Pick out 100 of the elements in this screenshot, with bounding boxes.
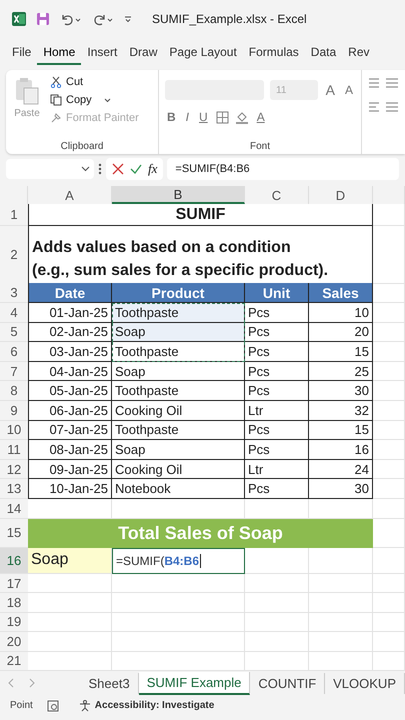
empty-cell[interactable] — [373, 322, 405, 342]
macro-recording-icon[interactable] — [46, 700, 59, 712]
fill-color-icon[interactable] — [234, 110, 249, 124]
row-header[interactable]: 3 — [0, 283, 28, 303]
menu-tab[interactable]: Page Layout — [163, 41, 243, 65]
empty-cell[interactable] — [112, 632, 245, 652]
empty-cell[interactable] — [373, 548, 405, 574]
menu-tab[interactable]: Home — [37, 41, 82, 65]
row-header[interactable]: 14 — [0, 498, 28, 519]
cut-button[interactable]: Cut — [48, 74, 141, 90]
empty-cell[interactable] — [373, 612, 405, 632]
italic-button[interactable]: I — [184, 108, 192, 126]
criteria-cell: Soap — [28, 548, 112, 574]
empty-cell[interactable] — [112, 593, 245, 613]
excel-logo-icon — [12, 12, 26, 26]
name-box[interactable] — [6, 159, 94, 179]
empty-cell[interactable] — [373, 400, 405, 421]
enter-icon[interactable] — [130, 163, 142, 175]
row-header[interactable]: 1 — [0, 204, 28, 226]
formula-field[interactable]: =SUMIF(B4:B6 — [167, 158, 399, 180]
row-header[interactable]: 10 — [0, 420, 28, 440]
status-mode: Point — [10, 700, 33, 712]
empty-cell[interactable] — [373, 440, 405, 460]
menu-tab[interactable]: Draw — [123, 41, 164, 65]
row-header[interactable]: 16 — [0, 548, 28, 574]
active-cell[interactable]: =SUMIF(B4:B6 — [112, 548, 245, 574]
empty-cell[interactable] — [373, 479, 405, 499]
empty-cell[interactable] — [373, 593, 405, 613]
borders-icon[interactable] — [216, 110, 229, 124]
empty-cell[interactable] — [309, 548, 373, 574]
empty-cell[interactable] — [245, 632, 309, 652]
empty-cell[interactable] — [373, 574, 405, 594]
row-header[interactable]: 6 — [0, 342, 28, 362]
cancel-icon[interactable] — [112, 163, 124, 175]
empty-cell[interactable] — [245, 574, 309, 594]
row-header[interactable]: 7 — [0, 362, 28, 382]
table-cell: 03-Jan-25 — [28, 342, 112, 362]
accessibility-button[interactable]: Accessibility: Investigate — [72, 698, 220, 713]
empty-cell[interactable] — [112, 574, 245, 594]
empty-cell[interactable] — [373, 420, 405, 440]
empty-cell[interactable] — [373, 381, 405, 401]
empty-cell[interactable] — [309, 574, 373, 594]
row-header[interactable]: 5 — [0, 322, 28, 342]
customize-toolbar-icon[interactable] — [124, 15, 132, 23]
column-header[interactable]: D — [309, 186, 373, 204]
row-header[interactable]: 20 — [0, 632, 28, 652]
row-header[interactable]: 15 — [0, 518, 28, 548]
grow-font-button[interactable]: A — [324, 80, 337, 100]
empty-cell[interactable] — [373, 632, 405, 652]
row-header[interactable]: 18 — [0, 593, 28, 613]
menu-tab[interactable]: Insert — [81, 41, 124, 65]
table-cell: 05-Jan-25 — [28, 381, 112, 401]
column-header[interactable]: B — [112, 186, 245, 204]
menu-tab[interactable]: Data — [304, 41, 342, 65]
column-header[interactable] — [373, 186, 405, 204]
align-top-icon[interactable] — [368, 78, 398, 88]
empty-cell[interactable] — [245, 593, 309, 613]
save-icon[interactable] — [36, 12, 50, 26]
empty-cell[interactable] — [373, 460, 405, 480]
empty-cell[interactable] — [373, 362, 405, 382]
empty-cell[interactable] — [373, 498, 405, 519]
sheet-tab[interactable]: SUMIF Example — [138, 672, 250, 695]
empty-cell[interactable] — [373, 342, 405, 362]
bold-button[interactable]: B — [165, 108, 178, 126]
sheet-tab[interactable]: VLOOKUP — [325, 672, 405, 694]
row-header[interactable]: 11 — [0, 440, 28, 460]
row-header[interactable]: 13 — [0, 479, 28, 499]
menu-tab[interactable]: Formulas — [242, 41, 305, 65]
empty-cell[interactable] — [112, 612, 245, 632]
row-header[interactable]: 8 — [0, 381, 28, 401]
align-left-icon[interactable] — [368, 102, 398, 112]
row-header[interactable]: 17 — [0, 574, 28, 594]
table-cell: 09-Jan-25 — [28, 460, 112, 480]
column-header[interactable]: A — [28, 186, 112, 204]
sheet-tab[interactable]: COUNTIF — [250, 672, 326, 694]
column-header[interactable]: C — [245, 186, 309, 204]
row-header[interactable]: 9 — [0, 400, 28, 421]
empty-cell[interactable] — [373, 204, 405, 226]
empty-cell[interactable] — [309, 632, 373, 652]
shrink-font-button[interactable]: A — [342, 81, 355, 99]
table-cell: 20 — [309, 322, 373, 342]
redo-icon[interactable] — [92, 12, 114, 26]
copy-button[interactable]: Copy — [48, 92, 141, 108]
row-header[interactable]: 12 — [0, 460, 28, 480]
row-header[interactable]: 19 — [0, 612, 28, 632]
insert-function-button[interactable]: fx — [148, 161, 158, 177]
menu-tab[interactable]: Rev — [342, 41, 376, 65]
empty-cell[interactable] — [373, 303, 405, 323]
empty-cell[interactable] — [309, 593, 373, 613]
empty-cell[interactable] — [245, 612, 309, 632]
row-header[interactable]: 21 — [0, 652, 28, 671]
menu-tab[interactable]: File — [6, 41, 38, 65]
row-header[interactable]: 2 — [0, 226, 28, 284]
undo-icon[interactable] — [60, 12, 82, 26]
empty-cell[interactable] — [373, 226, 405, 284]
empty-cell[interactable] — [245, 548, 309, 574]
font-color-button[interactable]: A — [254, 108, 267, 126]
underline-button[interactable]: U — [197, 108, 210, 126]
row-header[interactable]: 4 — [0, 303, 28, 323]
empty-cell[interactable] — [309, 612, 373, 632]
